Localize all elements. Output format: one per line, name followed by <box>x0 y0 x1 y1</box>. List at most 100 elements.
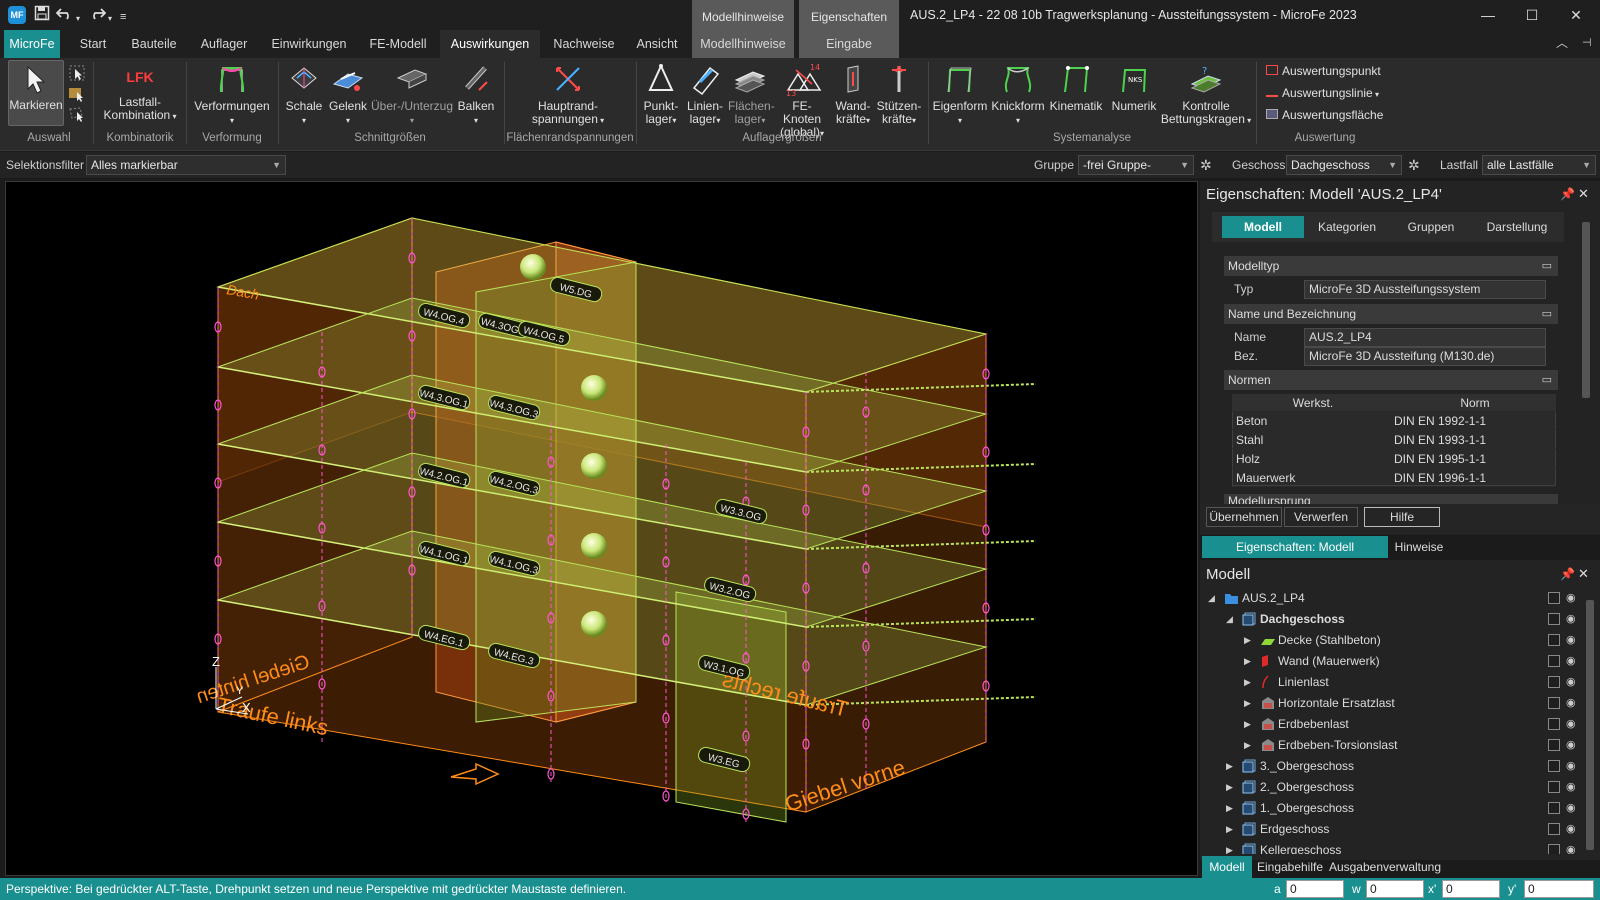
expand-arrow-icon[interactable]: ▶ <box>1226 777 1233 798</box>
geschoss-dropdown[interactable]: Dachgeschoss ▼ <box>1286 155 1402 175</box>
tab-auflager[interactable]: Auflager <box>192 30 256 58</box>
collapse-arrow-icon[interactable]: ◢ <box>1208 588 1215 609</box>
auswertungspunkt-button[interactable]: Auswertungspunkt <box>1266 64 1381 78</box>
expand-arrow-icon[interactable]: ▶ <box>1226 798 1233 819</box>
tree-item[interactable]: ▶ Erdbeben-Torsionslast ◉ <box>1200 735 1600 756</box>
section-modelltyp[interactable]: Modelltyp ▭ <box>1224 256 1558 276</box>
expand-arrow-icon[interactable]: ▶ <box>1244 672 1251 693</box>
visibility-checkbox[interactable] <box>1548 718 1560 730</box>
expand-arrow-icon[interactable]: ▶ <box>1226 756 1233 777</box>
hilfe-button[interactable]: Hilfe <box>1364 507 1440 527</box>
expand-arrow-icon[interactable]: ▶ <box>1244 693 1251 714</box>
visibility-checkbox[interactable] <box>1548 844 1560 854</box>
visibility-checkbox[interactable] <box>1548 781 1560 793</box>
expand-arrow-icon[interactable]: ▶ <box>1244 651 1251 672</box>
tree-scrollbar[interactable] <box>1586 600 1594 850</box>
fe-knoten-global-button[interactable]: 14 13 FE-Knoten (global)▾ <box>774 62 830 140</box>
collapse-arrow-icon[interactable]: ◢ <box>1226 609 1233 630</box>
tree-item[interactable]: ▶ Erdgeschoss ◉ <box>1200 819 1600 840</box>
redo-dropdown-icon[interactable]: ▾ <box>108 9 112 29</box>
visibility-checkbox[interactable] <box>1548 676 1560 688</box>
gruppe-settings-icon[interactable]: ✲ <box>1200 157 1212 174</box>
coord-a-field[interactable]: 0 <box>1286 880 1344 898</box>
gelenk-button[interactable]: Gelenk ▾ <box>326 62 370 127</box>
collapse-ribbon-icon[interactable]: ︿ <box>1556 34 1568 51</box>
tree-item[interactable]: ▶ Horizontale Ersatzlast ◉ <box>1200 693 1600 714</box>
pin-panel-icon[interactable]: 📌 <box>1560 187 1575 201</box>
tree-item[interactable]: ▶ Erdbebenlast ◉ <box>1200 714 1600 735</box>
eye-icon[interactable]: ◉ <box>1566 588 1576 609</box>
tab-eingabe[interactable]: Eingabe <box>799 30 899 58</box>
gruppe-dropdown[interactable]: -frei Gruppe- ▼ <box>1078 155 1194 175</box>
tree-item[interactable]: ▶ Linienlast ◉ <box>1200 672 1600 693</box>
typ-field[interactable]: MicroFe 3D Aussteifungssystem <box>1304 280 1546 299</box>
expand-arrow-icon[interactable]: ▶ <box>1226 819 1233 840</box>
tab-fe-modell[interactable]: FE-Modell <box>362 30 434 58</box>
balken-button[interactable]: Balken ▾ <box>454 62 498 127</box>
visibility-checkbox[interactable] <box>1548 697 1560 709</box>
kinematik-button[interactable]: Kinematik <box>1048 62 1104 113</box>
name-field[interactable]: AUS.2_LP4 <box>1304 328 1546 347</box>
tab-ausgabenverwaltung[interactable]: Ausgabenverwaltung <box>1328 856 1442 878</box>
tree-item[interactable]: ▶ Decke (Stahlbeton) ◉ <box>1200 630 1600 651</box>
eigenform-button[interactable]: Eigenform ▾ <box>932 62 988 127</box>
properties-tab-darstellung[interactable]: Darstellung <box>1474 216 1560 238</box>
visibility-checkbox[interactable] <box>1548 655 1560 667</box>
section-normen[interactable]: Normen ▭ <box>1224 370 1558 390</box>
stuetzenkraefte-button[interactable]: Stützen-kräfte▾ <box>876 62 922 127</box>
app-logo-icon[interactable]: MF <box>8 6 26 24</box>
undo-dropdown-icon[interactable]: ▾ <box>76 9 80 29</box>
pin-icon[interactable]: ⊣ <box>1582 36 1592 49</box>
visibility-checkbox[interactable] <box>1548 634 1560 646</box>
bez-field[interactable]: MicroFe 3D Aussteifung (M130.de) <box>1304 347 1546 366</box>
knickform-button[interactable]: Knickform ▾ <box>990 62 1046 127</box>
maximize-button[interactable]: ☐ <box>1510 0 1554 30</box>
lastfall-kombination-button[interactable]: LFK Lastfall- Kombination ▾ <box>98 62 182 123</box>
close-button[interactable]: ✕ <box>1554 0 1598 30</box>
eye-icon[interactable]: ◉ <box>1566 672 1576 693</box>
verwerfen-button[interactable]: Verwerfen <box>1284 507 1358 527</box>
tab-microfe[interactable]: MicroFe <box>4 30 60 58</box>
auswertungsflaeche-button[interactable]: Auswertungsfläche <box>1266 108 1383 122</box>
tab-ansicht[interactable]: Ansicht <box>628 30 686 58</box>
3d-viewport[interactable]: W5.DG W4.OG.4 W4.3OG.2 W4.OG.5 W4.3.OG.1 W4.3… <box>5 181 1198 876</box>
undo-icon[interactable] <box>55 5 74 27</box>
normen-norm-cell[interactable]: DIN EN 1996-1-1 <box>1390 469 1556 487</box>
close-panel-icon[interactable]: ✕ <box>1578 566 1589 582</box>
properties-tab-kategorien[interactable]: Kategorien <box>1306 216 1388 238</box>
tree-item[interactable]: ◢ AUS.2_LP4 ◉ <box>1200 588 1600 609</box>
expand-arrow-icon[interactable]: ▶ <box>1244 735 1251 756</box>
tab-eigenschaften-modell[interactable]: Eigenschaften: Modell 'AUS.2_LP4' <box>1202 536 1388 576</box>
coord-x-field[interactable]: 0 <box>1442 880 1500 898</box>
tree-item[interactable]: ▶ 3._Obergeschoss ◉ <box>1200 756 1600 777</box>
eye-icon[interactable]: ◉ <box>1566 651 1576 672</box>
pin-panel-icon[interactable]: 📌 <box>1560 567 1575 581</box>
visibility-checkbox[interactable] <box>1548 823 1560 835</box>
ueber-unterzug-button[interactable]: Über-/Unterzug ▾ <box>370 62 454 127</box>
properties-tab-modell[interactable]: Modell <box>1222 216 1304 238</box>
select-poly-icon[interactable] <box>68 106 88 124</box>
properties-scrollbar[interactable] <box>1582 222 1590 398</box>
coord-w-field[interactable]: 0 <box>1366 880 1424 898</box>
tab-hinweise[interactable]: Hinweise <box>1390 536 1448 558</box>
tree-item[interactable]: ▶ 2._Obergeschoss ◉ <box>1200 777 1600 798</box>
section-name-bezeichnung[interactable]: Name und Bezeichnung ▭ <box>1224 304 1558 324</box>
tab-auswirkungen[interactable]: Auswirkungen <box>440 30 540 58</box>
tab-start[interactable]: Start <box>70 30 116 58</box>
visibility-checkbox[interactable] <box>1548 760 1560 772</box>
eye-icon[interactable]: ◉ <box>1566 756 1576 777</box>
close-panel-icon[interactable]: ✕ <box>1578 186 1589 202</box>
visibility-checkbox[interactable] <box>1548 739 1560 751</box>
expand-arrow-icon[interactable]: ▶ <box>1244 630 1251 651</box>
visibility-checkbox[interactable] <box>1548 802 1560 814</box>
normen-norm-cell[interactable]: DIN EN 1993-1-1 <box>1390 431 1556 449</box>
tree-item[interactable]: ▶ Wand (Mauerwerk) ◉ <box>1200 651 1600 672</box>
flaechenlager-button[interactable]: Flächen-lager▾ <box>728 62 775 127</box>
markieren-button[interactable]: Markieren <box>8 60 64 126</box>
eye-icon[interactable]: ◉ <box>1566 693 1576 714</box>
eye-icon[interactable]: ◉ <box>1566 798 1576 819</box>
normen-norm-cell[interactable]: DIN EN 1995-1-1 <box>1390 450 1556 468</box>
linienlager-button[interactable]: Linien-lager▾ <box>684 62 726 127</box>
visibility-checkbox[interactable] <box>1548 592 1560 604</box>
properties-tab-gruppen[interactable]: Gruppen <box>1390 216 1472 238</box>
